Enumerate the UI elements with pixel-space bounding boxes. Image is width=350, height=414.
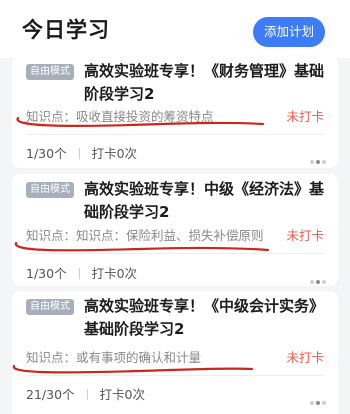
checkin-status: 未打卡 bbox=[286, 109, 324, 124]
stats-separator bbox=[78, 268, 80, 279]
mode-badge: 自由模式 bbox=[26, 299, 74, 315]
more-icon[interactable] bbox=[308, 269, 326, 288]
plan-stats: 21/30个 打卡0次 bbox=[26, 384, 145, 403]
header: 今日学习 添加计划 bbox=[0, 0, 350, 58]
study-plan-page: 今日学习 添加计划 自由模式 高效实验班专享！《财务管理》基础阶段学习2 知识点… bbox=[0, 0, 350, 414]
plan-title: 高效实验班专享！《中级会计实务》基础阶段学习2 bbox=[84, 297, 325, 338]
progress-count: 21/30个 bbox=[26, 387, 75, 402]
checkin-count: 打卡0次 bbox=[91, 146, 138, 161]
divider bbox=[26, 375, 324, 376]
plan-card[interactable]: 自由模式 高效实验班专享！《中级会计实务》基础阶段学习2 知识点：或有事项的确认… bbox=[12, 291, 338, 414]
add-plan-button[interactable]: 添加计划 bbox=[253, 17, 325, 47]
plan-stats: 1/30个 打卡0次 bbox=[26, 143, 137, 162]
more-icon[interactable] bbox=[308, 390, 326, 409]
mode-badge: 自由模式 bbox=[26, 182, 74, 198]
divider bbox=[26, 253, 324, 254]
checkin-count: 打卡0次 bbox=[91, 266, 138, 281]
progress-count: 1/30个 bbox=[26, 146, 67, 161]
mode-badge: 自由模式 bbox=[26, 64, 74, 80]
divider bbox=[26, 134, 324, 135]
checkin-status: 未打卡 bbox=[286, 228, 324, 243]
plan-card[interactable]: 自由模式 高效实验班专享！中级《经济法》基础阶段学习2 知识点：知识点：保险利益… bbox=[12, 174, 338, 286]
progress-count: 1/30个 bbox=[26, 266, 67, 281]
plan-card[interactable]: 自由模式 高效实验班专享！《财务管理》基础阶段学习2 知识点：吸收直接投资的筹资… bbox=[12, 56, 338, 168]
plan-stats: 1/30个 打卡0次 bbox=[26, 263, 137, 282]
page-title: 今日学习 bbox=[22, 18, 110, 42]
knowledge-point: 知识点：或有事项的确认和计量 bbox=[26, 350, 202, 365]
stats-separator bbox=[86, 389, 88, 400]
more-icon[interactable] bbox=[308, 149, 326, 168]
stats-separator bbox=[78, 148, 80, 159]
plan-title: 高效实验班专享！中级《经济法》基础阶段学习2 bbox=[84, 180, 325, 221]
checkin-count: 打卡0次 bbox=[99, 387, 145, 402]
knowledge-point: 知识点：吸收直接投资的筹资特点 bbox=[26, 109, 214, 124]
knowledge-point: 知识点：知识点：保险利益、损失补偿原则 bbox=[26, 228, 264, 243]
checkin-status: 未打卡 bbox=[286, 350, 324, 365]
plan-title: 高效实验班专享！《财务管理》基础阶段学习2 bbox=[84, 62, 325, 103]
